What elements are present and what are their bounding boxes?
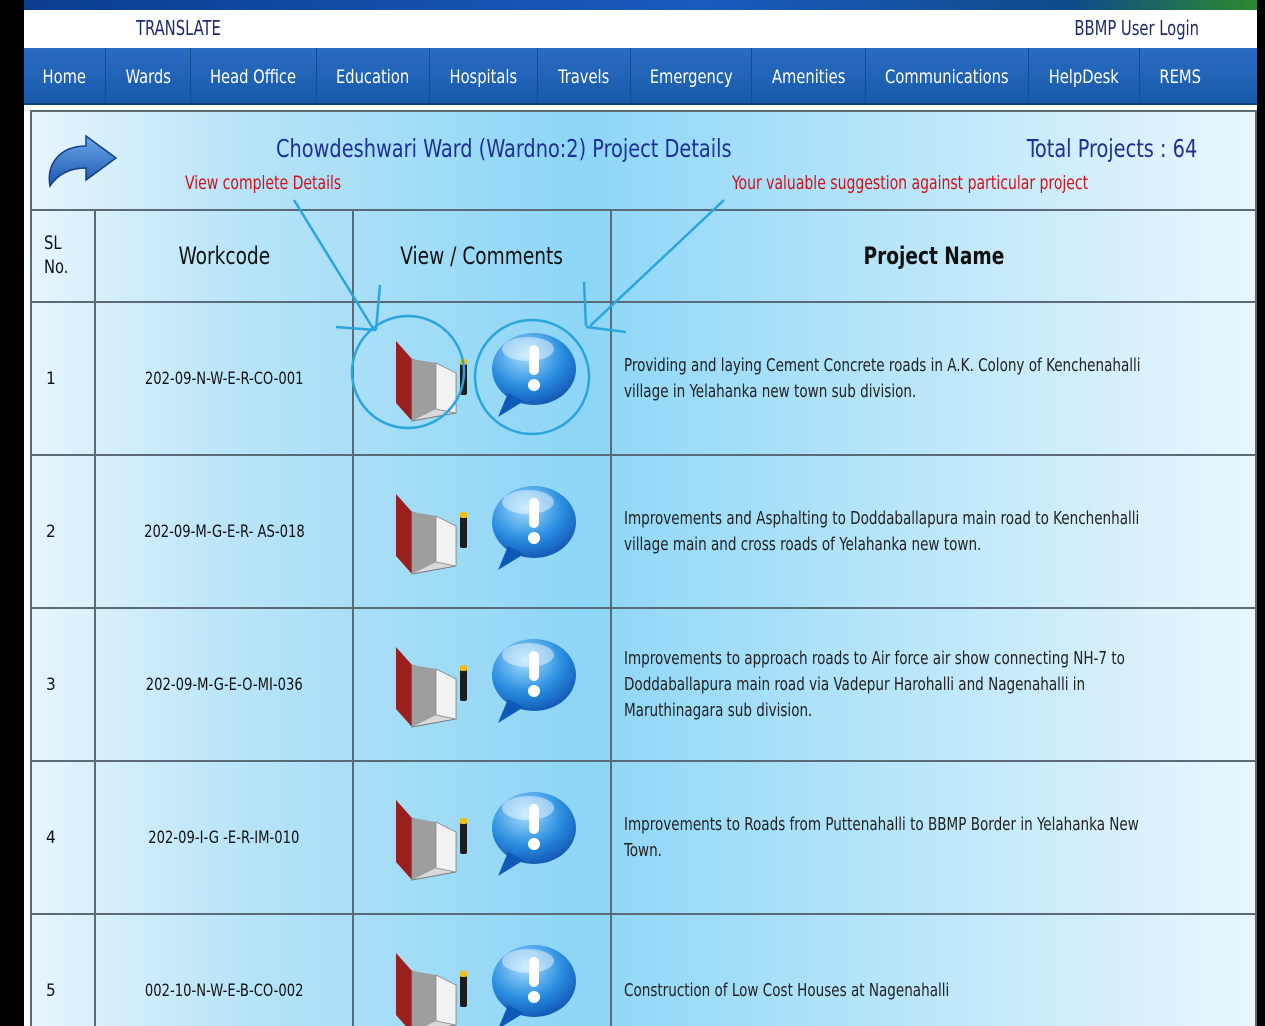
nav-amenities[interactable]: Amenities	[752, 48, 866, 103]
table-row: 4 202-09-I-G -E-R-IM-010 Improvements to R…	[32, 762, 1255, 915]
cell-sl: 2	[32, 456, 96, 607]
panel-header: Chowdeshwari Ward (Wardno:2) Project Det…	[32, 112, 1255, 209]
nav-communications[interactable]: Communications	[866, 48, 1029, 103]
project-name-text: Improvements and Asphalting to Doddaball…	[624, 508, 1140, 555]
sl-number: 5	[46, 980, 56, 1001]
view-details-book-icon[interactable]	[390, 792, 472, 882]
annotation-suggestion: Your valuable suggestion against particu…	[732, 172, 1089, 194]
cell-view-comments	[354, 609, 612, 760]
comment-bubble-icon[interactable]	[484, 633, 580, 729]
comment-bubble-icon[interactable]	[484, 939, 580, 1026]
sl-number: 1	[46, 368, 56, 389]
nav-home[interactable]: Home	[24, 48, 106, 103]
cell-view-comments	[354, 915, 612, 1026]
view-details-book-icon[interactable]	[390, 333, 472, 423]
workcode-value: 202-09-N-W-E-R-CO-001	[144, 368, 304, 389]
cell-view-comments	[354, 303, 612, 454]
column-header-view-comments: View / Comments	[354, 211, 612, 301]
column-header-project-name: Project Name	[863, 242, 1004, 270]
nav-hospitals[interactable]: Hospitals	[430, 48, 538, 103]
sl-header-line1: SL	[44, 232, 62, 254]
sl-number: 2	[46, 521, 56, 542]
workcode-value: 002-10-N-W-E-B-CO-002	[144, 980, 304, 1001]
nav-head-office[interactable]: Head Office	[191, 48, 317, 103]
comment-bubble-icon[interactable]	[484, 327, 580, 423]
page-title: Chowdeshwari Ward (Wardno:2) Project Det…	[276, 134, 732, 163]
comment-bubble-icon[interactable]	[484, 786, 580, 882]
back-arrow-icon[interactable]	[42, 134, 118, 188]
project-name-text: Providing and laying Cement Concrete roa…	[624, 355, 1141, 402]
workcode-value: 202-09-M-G-E-R- AS-018	[143, 521, 305, 542]
cell-sl: 5	[32, 915, 96, 1026]
nav-travels[interactable]: Travels	[538, 48, 631, 103]
cell-project-name: Construction of Low Cost Houses at Nagen…	[612, 915, 1255, 1026]
project-name-text: Construction of Low Cost Houses at Nagen…	[624, 980, 950, 1001]
table-header-row: SL No. Workcode View / Comments Project N…	[32, 211, 1255, 303]
table-row: 5 002-10-N-W-E-B-CO-002 Construction of Lo…	[32, 915, 1255, 1026]
total-projects-count: Total Projects : 64	[1026, 134, 1197, 163]
workcode-value: 202-09-M-G-E-O-MI-036	[145, 674, 303, 695]
view-details-book-icon[interactable]	[390, 945, 472, 1026]
cell-sl: 1	[32, 303, 96, 454]
cell-workcode: 202-09-M-G-E-O-MI-036	[96, 609, 354, 760]
sl-number: 3	[46, 674, 56, 695]
table-row: 3 202-09-M-G-E-O-MI-036 Improvements to ap…	[32, 609, 1255, 762]
sl-header-line2: No.	[44, 256, 69, 278]
translate-link[interactable]: TRANSLATE	[136, 16, 221, 40]
cell-workcode: 202-09-N-W-E-R-CO-001	[96, 303, 354, 454]
projects-table: SL No. Workcode View / Comments Project N…	[32, 209, 1255, 1026]
comment-bubble-icon[interactable]	[484, 480, 580, 576]
cell-workcode: 002-10-N-W-E-B-CO-002	[96, 915, 354, 1026]
workcode-value: 202-09-I-G -E-R-IM-010	[148, 827, 300, 848]
top-bar: TRANSLATE BBMP User Login	[24, 10, 1257, 48]
cell-sl: 3	[32, 609, 96, 760]
cell-view-comments	[354, 762, 612, 913]
nav-wards[interactable]: Wards	[106, 48, 191, 103]
sl-number: 4	[46, 827, 56, 848]
annotation-view-details: View complete Details	[185, 172, 342, 194]
cell-project-name: Providing and laying Cement Concrete roa…	[612, 303, 1255, 454]
nav-rems[interactable]: REMS	[1140, 48, 1220, 103]
cell-sl: 4	[32, 762, 96, 913]
project-panel: Chowdeshwari Ward (Wardno:2) Project Det…	[30, 110, 1257, 1026]
main-nav: Home Wards Head Office Education Hospita…	[24, 48, 1257, 105]
column-header-workcode: Workcode	[96, 211, 354, 301]
cell-project-name: Improvements and Asphalting to Doddaball…	[612, 456, 1255, 607]
cell-workcode: 202-09-I-G -E-R-IM-010	[96, 762, 354, 913]
page-frame: TRANSLATE BBMP User Login Home Wards Hea…	[24, 0, 1257, 1026]
view-details-book-icon[interactable]	[390, 639, 472, 729]
user-login-link[interactable]: BBMP User Login	[1074, 16, 1199, 40]
column-header-sl: SL No.	[32, 211, 96, 301]
cell-workcode: 202-09-M-G-E-R- AS-018	[96, 456, 354, 607]
nav-education[interactable]: Education	[317, 48, 430, 103]
table-row: 2 202-09-M-G-E-R- AS-018 Improvements and …	[32, 456, 1255, 609]
cell-project-name: Improvements to Roads from Puttenahalli …	[612, 762, 1255, 913]
view-details-book-icon[interactable]	[390, 486, 472, 576]
nav-emergency[interactable]: Emergency	[631, 48, 752, 103]
project-name-text: Improvements to approach roads to Air fo…	[624, 648, 1125, 721]
project-name-text: Improvements to Roads from Puttenahalli …	[624, 814, 1139, 861]
nav-helpdesk[interactable]: HelpDesk	[1029, 48, 1140, 103]
cell-project-name: Improvements to approach roads to Air fo…	[612, 609, 1255, 760]
cell-view-comments	[354, 456, 612, 607]
top-banner-strip	[24, 0, 1257, 10]
table-row: 1 202-09-N-W-E-R-CO-001 Providing and layi…	[32, 303, 1255, 456]
